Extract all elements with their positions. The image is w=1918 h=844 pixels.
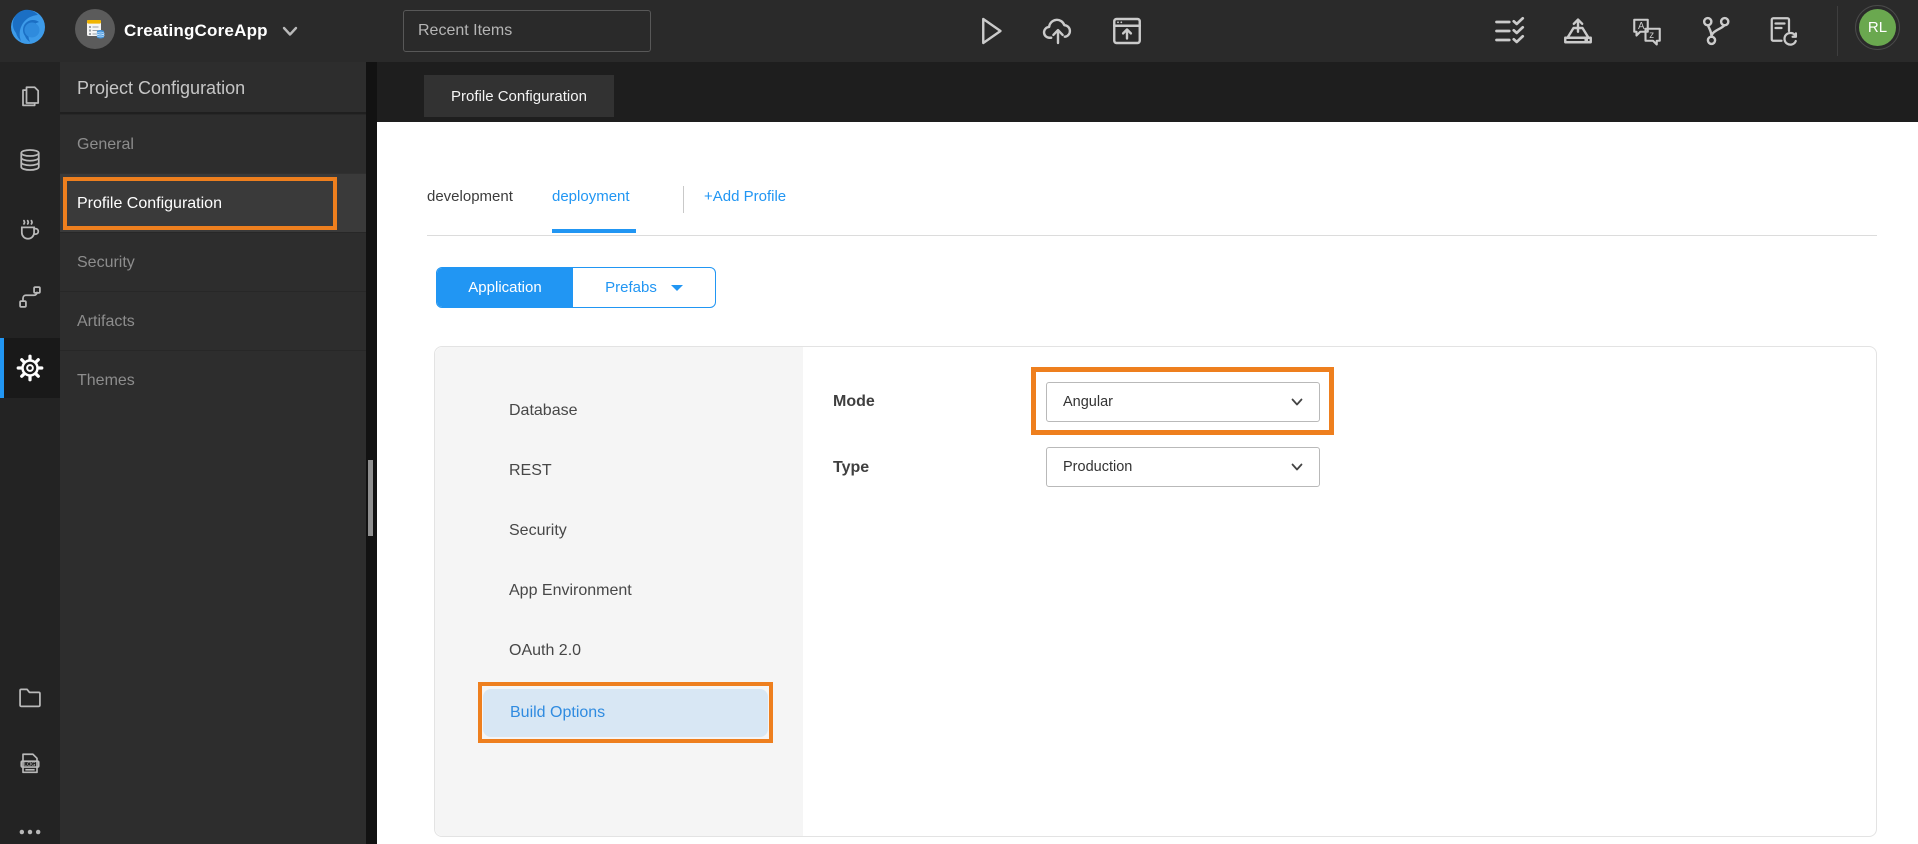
active-tab-underline bbox=[552, 229, 636, 233]
top-bar: CreatingCoreApp A z bbox=[0, 0, 1918, 62]
svg-text:A: A bbox=[1638, 21, 1645, 32]
svg-text:LOG: LOG bbox=[24, 762, 35, 768]
section-security[interactable]: Security bbox=[509, 516, 729, 546]
left-icon-rail: LOG bbox=[0, 62, 60, 844]
select-chevron-icon bbox=[1291, 398, 1303, 406]
mode-select[interactable]: Angular bbox=[1046, 382, 1320, 422]
chevron-down-icon[interactable] bbox=[278, 19, 302, 43]
profile-configuration-content: development deployment +Add Profile Appl… bbox=[377, 122, 1918, 844]
pages-icon[interactable] bbox=[10, 76, 50, 116]
more-ellipsis-icon[interactable] bbox=[10, 812, 50, 844]
section-database[interactable]: Database bbox=[509, 396, 729, 426]
file-sync-icon[interactable] bbox=[1765, 13, 1801, 49]
settings-gear-icon[interactable] bbox=[10, 348, 50, 388]
prefabs-caret-icon bbox=[670, 284, 683, 291]
application-toggle-button[interactable]: Application bbox=[437, 268, 573, 307]
side-panel-title: Project Configuration bbox=[60, 62, 366, 114]
add-profile-button[interactable]: +Add Profile bbox=[704, 188, 786, 205]
type-select[interactable]: Production bbox=[1046, 447, 1320, 487]
section-oauth[interactable]: OAuth 2.0 bbox=[509, 636, 729, 666]
app-window: CreatingCoreApp A z bbox=[0, 0, 1918, 844]
sidebar-item-security[interactable]: Security bbox=[60, 232, 366, 291]
cloud-upload-icon[interactable] bbox=[1040, 13, 1076, 49]
panel-scrollbar-thumb[interactable] bbox=[368, 460, 373, 536]
profile-tab-deployment[interactable]: deployment bbox=[552, 188, 630, 205]
mode-label: Mode bbox=[833, 393, 875, 410]
database-icon[interactable] bbox=[10, 140, 50, 180]
run-icon[interactable] bbox=[972, 13, 1008, 49]
topbar-divider bbox=[1837, 6, 1838, 56]
sidebar-item-general[interactable]: General bbox=[60, 114, 366, 173]
checklist-icon[interactable] bbox=[1492, 13, 1528, 49]
wavemaker-logo-icon[interactable] bbox=[8, 7, 48, 47]
tabs-rule bbox=[427, 235, 1877, 236]
profile-tab-divider bbox=[683, 186, 684, 213]
sidebar-item-profile-configuration[interactable]: Profile Configuration bbox=[60, 173, 366, 232]
preview-window-icon[interactable] bbox=[1109, 13, 1145, 49]
java-services-icon[interactable] bbox=[10, 208, 50, 248]
config-section-list: Database REST Security App Environment O… bbox=[435, 347, 803, 836]
log-file-icon[interactable]: LOG bbox=[10, 743, 50, 783]
sidebar-item-themes[interactable]: Themes bbox=[60, 350, 366, 409]
translate-icon[interactable]: A z bbox=[1629, 13, 1665, 49]
rail-active-indicator bbox=[0, 338, 4, 398]
tab-profile-configuration[interactable]: Profile Configuration bbox=[424, 75, 614, 117]
profile-tab-development[interactable]: development bbox=[427, 188, 513, 205]
folder-icon[interactable] bbox=[10, 677, 50, 717]
scope-toggle: Application Prefabs bbox=[436, 267, 716, 308]
panel-scrollbar-track[interactable] bbox=[366, 62, 377, 844]
build-options-card: Database REST Security App Environment O… bbox=[434, 346, 1877, 837]
recent-items-input[interactable] bbox=[403, 10, 651, 52]
sidebar-item-artifacts[interactable]: Artifacts bbox=[60, 291, 366, 350]
svg-text:z: z bbox=[1649, 30, 1654, 41]
section-build-options[interactable]: Build Options bbox=[483, 688, 768, 737]
section-rest[interactable]: REST bbox=[509, 456, 729, 486]
version-control-icon[interactable] bbox=[1698, 13, 1734, 49]
project-name[interactable]: CreatingCoreApp bbox=[124, 0, 268, 62]
select-chevron-icon bbox=[1291, 463, 1303, 471]
workspace-tab-band: Profile Configuration bbox=[377, 62, 1918, 122]
project-icon[interactable] bbox=[75, 9, 115, 49]
orange-highlight-box: Build Options bbox=[478, 682, 773, 743]
mode-value: Angular bbox=[1063, 394, 1113, 410]
config-side-panel: Project Configuration General Profile Co… bbox=[60, 62, 366, 844]
orchestration-icon[interactable] bbox=[10, 277, 50, 317]
type-label: Type bbox=[833, 459, 870, 476]
type-value: Production bbox=[1063, 459, 1133, 475]
avatar-initials: RL bbox=[1867, 19, 1888, 36]
prefabs-toggle-button[interactable]: Prefabs bbox=[573, 268, 715, 307]
export-icon[interactable] bbox=[1560, 13, 1596, 49]
section-app-environment[interactable]: App Environment bbox=[509, 576, 729, 606]
user-avatar[interactable]: RL bbox=[1855, 5, 1900, 50]
